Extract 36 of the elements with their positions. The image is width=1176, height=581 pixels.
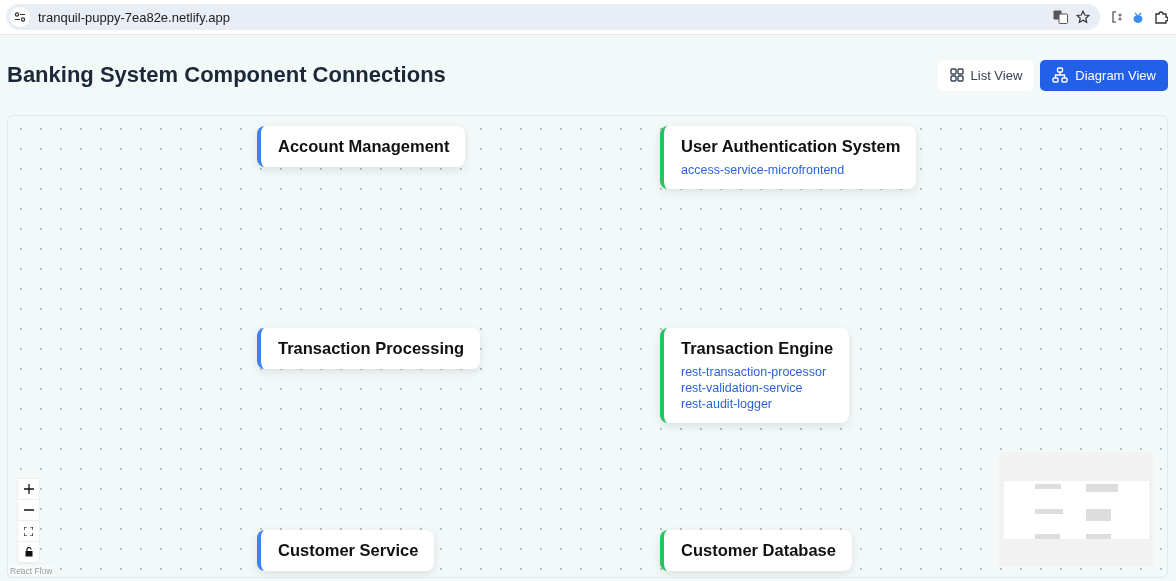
node-title: Account Management bbox=[278, 137, 450, 156]
zoom-out-button[interactable] bbox=[18, 500, 39, 521]
node-title: User Authentication System bbox=[681, 137, 901, 156]
service-link[interactable]: access-service-microfrontend bbox=[681, 162, 901, 178]
component-node[interactable]: Transaction Engine rest-transaction-processor rest-validation-service rest-audit-logger bbox=[660, 328, 850, 423]
service-link[interactable]: rest-transaction-processor bbox=[681, 364, 834, 380]
view-toggle-button[interactable]: Diagram View bbox=[1040, 59, 1168, 91]
bug-icon[interactable] bbox=[1132, 10, 1144, 24]
node-title: Customer Database bbox=[681, 541, 836, 560]
grid-icon bbox=[949, 68, 964, 82]
node-title: Transaction Processing bbox=[278, 339, 465, 358]
page-title: Banking System Component Connections bbox=[7, 62, 446, 88]
star-icon[interactable] bbox=[1076, 10, 1090, 24]
lock-button[interactable] bbox=[18, 542, 39, 563]
fit-view-button[interactable] bbox=[18, 521, 39, 542]
component-node[interactable]: Customer Service bbox=[257, 530, 435, 571]
component-node[interactable]: User Authentication System access-service-microfrontend bbox=[660, 126, 917, 189]
hierarchy-icon bbox=[1052, 67, 1069, 83]
node-title: Customer Service bbox=[278, 541, 419, 560]
component-node[interactable]: Transaction Processing bbox=[257, 328, 481, 369]
address-bar-url[interactable]: tranquil-puppy-7ea82e.netlify.app bbox=[38, 9, 230, 25]
fit-view-icon bbox=[24, 526, 33, 536]
plus-icon bbox=[23, 484, 34, 494]
extension-icon[interactable] bbox=[1110, 10, 1122, 24]
service-link[interactable]: rest-validation-service bbox=[681, 380, 834, 396]
minus-icon bbox=[23, 509, 34, 511]
node-title: Transaction Engine bbox=[681, 339, 834, 358]
site-settings-icon[interactable] bbox=[10, 7, 30, 27]
translate-icon[interactable] bbox=[1053, 10, 1068, 24]
service-link[interactable]: rest-audit-logger bbox=[681, 396, 834, 412]
view-toggle-button[interactable]: List View bbox=[937, 59, 1035, 91]
component-node[interactable]: Customer Database bbox=[660, 530, 852, 571]
zoom-in-button[interactable] bbox=[18, 479, 39, 500]
puzzle-icon[interactable] bbox=[1154, 10, 1168, 24]
component-node[interactable]: Account Management bbox=[257, 126, 466, 167]
lock-icon bbox=[24, 547, 33, 557]
